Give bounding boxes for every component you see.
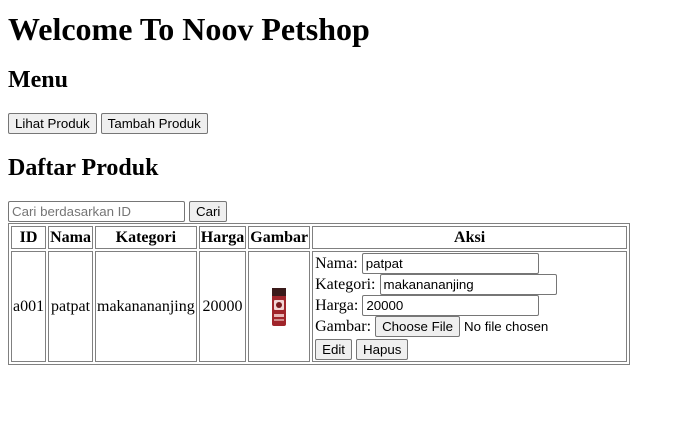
- edit-price-row: Harga: 20000: [315, 295, 625, 316]
- product-table: ID Nama Kategori Harga Gambar Aksi a001 …: [8, 223, 631, 365]
- edit-name-label: Nama:: [315, 255, 358, 272]
- edit-category-input[interactable]: makanananjing: [379, 274, 557, 295]
- tambah-produk-button[interactable]: Tambah Produk: [100, 113, 208, 134]
- column-header-id: ID: [11, 226, 47, 249]
- choose-file-button[interactable]: Choose File: [375, 316, 461, 337]
- edit-price-label: Harga:: [315, 297, 359, 314]
- file-status-text: No file chosen: [464, 319, 549, 334]
- product-price-cell: 20000: [198, 251, 247, 362]
- product-image-cell: [248, 251, 311, 362]
- edit-name-input[interactable]: patpat: [361, 253, 539, 274]
- column-header-aksi: Aksi: [312, 226, 628, 249]
- table-row: a001 patpat makanananjing 20000 Nama: pa…: [11, 251, 628, 362]
- product-list-heading: Daftar Produk: [8, 155, 159, 181]
- menu-bar: Lihat Produk Tambah Produk: [8, 113, 665, 135]
- lihat-produk-button[interactable]: Lihat Produk: [8, 113, 97, 134]
- page-title: Welcome To Noov Petshop: [8, 11, 370, 47]
- edit-image-row: Gambar: Choose File No file chosen: [315, 316, 625, 337]
- menu-heading: Menu: [8, 67, 68, 93]
- product-name-cell: patpat: [48, 251, 93, 362]
- edit-button[interactable]: Edit: [315, 339, 352, 360]
- edit-name-row: Nama: patpat: [315, 253, 625, 274]
- table-header-row: ID Nama Kategori Harga Gambar Aksi: [11, 226, 628, 249]
- page: Welcome To Noov Petshop Menu Lihat Produ…: [0, 0, 673, 365]
- search-input[interactable]: Cari berdasarkan ID: [8, 201, 185, 222]
- edit-category-row: Kategori: makanananjing: [315, 274, 625, 295]
- row-action-buttons: Edit Hapus: [315, 339, 625, 360]
- column-header-gambar: Gambar: [248, 226, 311, 249]
- product-category-cell: makanananjing: [95, 251, 197, 362]
- edit-image-label: Gambar:: [315, 318, 372, 335]
- product-actions-cell: Nama: patpat Kategori: makanananjing Har…: [312, 251, 628, 362]
- column-header-kategori: Kategori: [95, 226, 197, 249]
- delete-button[interactable]: Hapus: [356, 339, 409, 360]
- column-header-nama: Nama: [48, 226, 93, 249]
- edit-price-input[interactable]: 20000: [362, 295, 540, 316]
- search-row: Cari berdasarkan ID Cari: [8, 201, 665, 222]
- dog-food-bag-image: [272, 287, 287, 326]
- product-id-cell: a001: [11, 251, 47, 362]
- column-header-harga: Harga: [198, 226, 247, 249]
- search-button[interactable]: Cari: [189, 201, 228, 222]
- edit-category-label: Kategori:: [315, 276, 376, 293]
